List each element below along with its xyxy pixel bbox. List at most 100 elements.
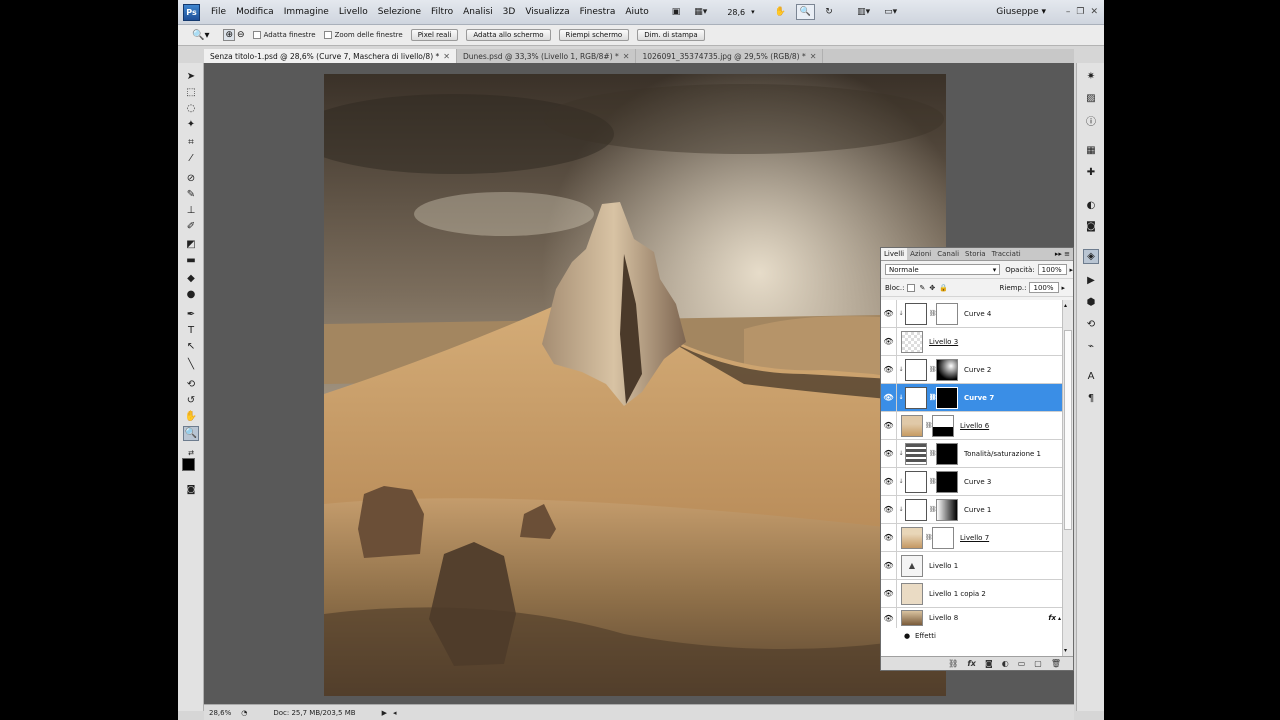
new-group-icon[interactable]: ▭ [1018,659,1026,668]
document-canvas[interactable] [324,74,946,696]
blend-mode-select[interactable]: Normale ▾ [885,264,1001,275]
lock-pixels-icon[interactable]: ✎ [919,284,925,292]
layer-effects-icon[interactable]: fx [1048,614,1056,622]
lock-all-icon[interactable]: 🔒 [939,284,948,292]
fit-windows-checkbox[interactable]: Adatta finestre [252,31,316,39]
lasso-tool-icon[interactable]: ◌ [183,101,199,116]
visibility-eye-icon[interactable]: 👁 [881,412,897,439]
layers-icon[interactable]: ◈ [1083,249,1099,264]
fill-slider-icon[interactable]: ▸ [1061,284,1065,292]
styles-icon[interactable]: ✚ [1083,165,1099,180]
masks-icon[interactable]: ◙ [1083,219,1099,234]
tab-storia[interactable]: Storia [962,248,989,260]
info-icon[interactable]: ⓘ [1083,113,1099,128]
layer-row[interactable]: 👁 ↓ ⛓ Curve 3 [881,468,1063,496]
gradient-tool-icon[interactable]: ▬ [183,253,199,268]
clone-stamp-icon[interactable]: ⊥ [183,203,199,218]
restore-icon[interactable]: ❐ [1076,7,1084,17]
layer-row[interactable]: 👁 Livello 8 fx ▴ [881,608,1063,628]
blur-tool-icon[interactable]: ◆ [183,271,199,286]
layer-row[interactable]: 👁 ↓ ⛓ Tonalità/saturazione 1 [881,440,1063,468]
tab-close-icon[interactable]: ✕ [623,52,630,61]
add-style-icon[interactable]: fx [967,659,976,668]
delete-layer-icon[interactable]: 🗑 [1051,659,1061,668]
tab-canali[interactable]: Canali [934,248,962,260]
opacity-input[interactable]: 100% [1037,264,1068,275]
path-selection-icon[interactable]: ↖ [183,339,199,354]
fit-screen-button[interactable]: Adatta allo schermo [466,29,551,41]
fill-input[interactable]: 100% [1029,282,1060,293]
scroll-left-icon[interactable]: ◂ [393,709,397,717]
type-tool-icon[interactable]: T [183,323,199,338]
magic-wand-icon[interactable]: ✦ [183,117,199,132]
paragraph-icon[interactable]: ¶ [1083,391,1099,406]
eyedropper-tool-icon[interactable]: ⁄ [183,151,199,166]
histogram-icon[interactable]: ▨ [1083,91,1099,106]
actions-icon[interactable]: ⟲ [1083,317,1099,332]
expand-effects-icon[interactable]: ▴ [1058,615,1061,622]
hand-tool-icon[interactable]: ✋ [183,409,199,424]
layer-mask-thumb[interactable] [936,470,958,493]
swatches-icon[interactable]: ▦ [1083,143,1099,158]
menu-filtro[interactable]: Filtro [426,7,458,17]
scroll-down-icon[interactable]: ▾ [1064,647,1067,654]
visibility-eye-icon[interactable]: 👁 [881,608,897,628]
visibility-eye-icon[interactable]: 👁 [881,524,897,551]
tab-close-icon[interactable]: ✕ [443,52,450,61]
minimize-icon[interactable]: – [1066,7,1071,17]
visibility-eye-icon[interactable]: 👁 [881,440,897,467]
layer-row[interactable]: 👁 ↓ ⛓ Curve 2 [881,356,1063,384]
layer-mask-thumb[interactable] [936,498,958,521]
mask-link-icon[interactable]: ⛓ [929,478,937,485]
adjustments-icon[interactable]: ◐ [1083,198,1099,213]
foreground-color-swatch[interactable] [182,458,195,471]
mask-link-icon[interactable]: ⛓ [929,450,937,457]
workspace-user[interactable]: Giuseppe ▾ [996,7,1046,17]
zoom-preset-icon[interactable]: 🔍▾ [192,30,209,41]
dodge-tool-icon[interactable]: ● [183,287,199,302]
layer-mask-thumb[interactable] [936,302,958,325]
visibility-eye-icon[interactable]: 👁 [881,328,897,355]
visibility-eye-icon[interactable]: 👁 [881,552,897,579]
menu-selezione[interactable]: Selezione [373,7,426,17]
layer-row-selected[interactable]: 👁 ↓ ⛓ Curve 7 [881,384,1063,412]
document-tab-3[interactable]: 1026091_35374735.jpg @ 29,5% (RGB/8) * ✕ [636,49,824,63]
menu-visualizza[interactable]: Visualizza [520,7,574,17]
zoom-level-select[interactable]: 28,6 [727,8,745,17]
layer-row[interactable]: 👁 ▲ Livello 1 [881,552,1063,580]
tab-close-icon[interactable]: ✕ [810,52,817,61]
mask-link-icon[interactable]: ⛓ [929,394,937,401]
document-tab-1[interactable]: Senza titolo-1.psd @ 28,6% (Curve 7, Mas… [204,49,457,63]
mask-link-icon[interactable]: ⛓ [925,422,933,429]
zoom-in-icon[interactable]: ⊕ [223,29,236,41]
mask-link-icon[interactable]: ⛓ [929,366,937,373]
document-tab-2[interactable]: Dunes.psd @ 33,3% (Livello 1, RGB/8#) * ✕ [457,49,637,63]
visibility-eye-icon[interactable]: 👁 [881,384,897,411]
history-brush-icon[interactable]: ✐ [183,219,199,234]
status-menu-arrow-icon[interactable]: ▶ [382,709,387,717]
layer-row[interactable]: 👁 Livello 1 copia 2 [881,580,1063,608]
menu-modifica[interactable]: Modifica [231,7,279,17]
layer-mask-thumb[interactable] [936,358,958,381]
mask-link-icon[interactable]: ⛓ [925,534,933,541]
opacity-slider-icon[interactable]: ▸ [1069,266,1073,274]
zoom-tool-icon[interactable]: 🔍 [795,4,816,20]
character-icon[interactable]: A [1083,369,1099,384]
lock-position-icon[interactable]: ✥ [929,284,935,292]
layer-row[interactable]: 👁 ↓ ⛓ Curve 4 [881,300,1063,328]
layer-row[interactable]: 👁 Livello 3 [881,328,1063,356]
link-layers-icon[interactable]: ⛓ [948,659,958,668]
scroll-up-icon[interactable]: ▴ [1064,302,1067,309]
lock-transparent-icon[interactable] [907,283,916,292]
navigator-icon[interactable]: ✷ [1083,69,1099,84]
print-size-button[interactable]: Dim. di stampa [637,29,705,41]
zoom-all-checkbox[interactable]: Zoom delle finestre [323,31,403,39]
close-icon[interactable]: ✕ [1090,7,1098,17]
move-tool-icon[interactable]: ➤ [183,69,199,84]
layer-row[interactable]: 👁 ⛓ Livello 7 [881,524,1063,552]
3d-icon[interactable]: ⬢ [1083,295,1099,310]
effects-eye-icon[interactable]: ● [899,632,915,640]
menu-aiuto[interactable]: Aiuto [620,7,653,17]
marquee-tool-icon[interactable]: ⬚ [183,85,199,100]
pen-tool-icon[interactable]: ✒ [183,307,199,322]
